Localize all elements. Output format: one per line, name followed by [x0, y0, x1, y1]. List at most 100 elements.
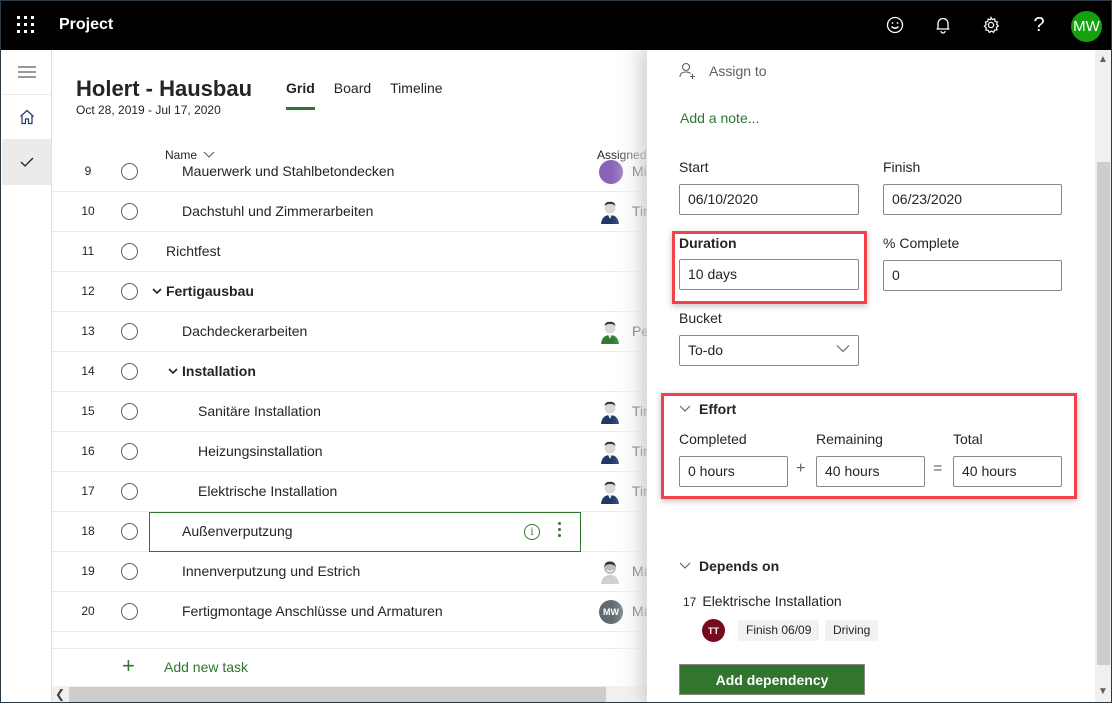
complete-task-checkbox[interactable]	[121, 603, 138, 620]
task-row[interactable]: 12 Fertigausbau	[52, 272, 652, 312]
effort-section-toggle[interactable]: Effort	[679, 401, 736, 417]
task-name[interactable]: Sanitäre Installation	[198, 403, 321, 419]
assign-to-label: Assign to	[709, 63, 767, 79]
remaining-effort-input[interactable]: 40 hours	[816, 456, 925, 487]
horizontal-scrollbar[interactable]: ❮	[52, 686, 652, 702]
waffle-icon[interactable]	[17, 16, 35, 34]
complete-task-checkbox[interactable]	[121, 563, 138, 580]
hamburger-icon[interactable]	[2, 50, 51, 95]
scroll-left-icon[interactable]: ❮	[55, 687, 65, 701]
task-name[interactable]: Heizungsinstallation	[198, 443, 323, 459]
duration-label: Duration	[679, 235, 737, 251]
complete-task-checkbox[interactable]	[121, 363, 138, 380]
horizontal-scroll-thumb[interactable]	[69, 687, 606, 702]
bell-icon[interactable]	[931, 13, 955, 37]
task-row[interactable]: 13 Dachdeckerarbeiten Pe	[52, 312, 652, 352]
assignee-name[interactable]: Tir	[632, 443, 648, 459]
completed-effort-input[interactable]: 0 hours	[679, 456, 788, 487]
complete-task-checkbox[interactable]	[121, 243, 138, 260]
complete-task-checkbox[interactable]	[121, 403, 138, 420]
vertical-scroll-thumb[interactable]	[1097, 162, 1110, 665]
depends-on-section-toggle[interactable]: Depends on	[679, 558, 779, 574]
scroll-up-icon[interactable]: ▲	[1098, 54, 1108, 65]
duration-input[interactable]: 10 days	[679, 259, 859, 290]
assignee-avatar	[599, 200, 621, 224]
complete-task-checkbox[interactable]	[121, 203, 138, 220]
task-name[interactable]: Mauerwerk und Stahlbetondecken	[182, 163, 394, 179]
home-icon[interactable]	[2, 95, 51, 140]
task-name[interactable]: Installation	[182, 363, 256, 379]
dependency-assignee-avatar: TT	[702, 619, 725, 642]
total-effort-input[interactable]: 40 hours	[953, 456, 1062, 487]
equals-sign: =	[933, 460, 943, 477]
app-window: Project ? MW Holert - Hausbau Oct 28, 20…	[0, 0, 1112, 703]
dependency-item[interactable]: 17 Elektrische Installation	[683, 593, 842, 609]
more-options-icon[interactable]	[558, 522, 562, 542]
tab-grid[interactable]: Grid	[286, 80, 315, 110]
plus-sign: +	[796, 460, 806, 477]
task-number: 20	[81, 604, 95, 618]
percent-complete-input[interactable]: 0	[883, 260, 1062, 291]
assignee-avatar	[599, 400, 621, 424]
assignee-avatar	[599, 560, 621, 584]
percent-complete-label: % Complete	[883, 235, 960, 251]
complete-task-checkbox[interactable]	[121, 283, 138, 300]
tab-timeline[interactable]: Timeline	[390, 80, 442, 106]
assignee-name[interactable]: Tir	[632, 203, 648, 219]
task-row[interactable]: 17 Elektrische Installation Tir	[52, 472, 652, 512]
task-name[interactable]: Fertigausbau	[166, 283, 254, 299]
complete-task-checkbox[interactable]	[121, 443, 138, 460]
task-name[interactable]: Dachdeckerarbeiten	[182, 323, 307, 339]
task-row[interactable]: 10 Dachstuhl und Zimmerarbeiten Tir	[52, 192, 652, 232]
assignee-name[interactable]: Tir	[632, 403, 648, 419]
task-row[interactable]: 15 Sanitäre Installation Tir	[52, 392, 652, 432]
collapse-chevron-icon[interactable]	[152, 288, 162, 295]
completed-effort-label: Completed	[679, 431, 747, 447]
assignee-name[interactable]: Tir	[632, 483, 648, 499]
add-person-icon	[679, 62, 695, 79]
effort-title: Effort	[699, 401, 737, 417]
start-date-input[interactable]: 06/10/2020	[679, 184, 859, 215]
task-name[interactable]: Richtfest	[166, 243, 220, 259]
user-avatar[interactable]: MW	[1071, 11, 1102, 42]
help-icon[interactable]: ?	[1027, 13, 1051, 37]
vertical-scrollbar[interactable]: ▲ ▼	[1095, 50, 1111, 702]
task-row[interactable]: 14 Installation	[52, 352, 652, 392]
left-rail	[2, 50, 52, 702]
task-row[interactable]: 11 Richtfest	[52, 232, 652, 272]
complete-task-checkbox[interactable]	[121, 163, 138, 180]
task-name[interactable]: Elektrische Installation	[198, 483, 337, 499]
task-row[interactable]: 20 Fertigmontage Anschlüsse und Armaturen…	[52, 592, 652, 632]
app-name[interactable]: Project	[59, 16, 113, 34]
task-row[interactable]: 16 Heizungsinstallation Tir	[52, 432, 652, 472]
finish-label: Finish	[883, 159, 921, 175]
checkmark-icon[interactable]	[2, 140, 51, 185]
task-name[interactable]: Außenverputzung	[182, 523, 293, 539]
assignee-name[interactable]: Mi	[632, 163, 647, 179]
task-name[interactable]: Fertigmontage Anschlüsse und Armaturen	[182, 603, 443, 619]
task-row[interactable]: 18 Außenverputzung i	[52, 512, 652, 552]
finish-date-input[interactable]: 06/23/2020	[883, 184, 1062, 215]
add-new-task-row[interactable]: + Add new task	[52, 648, 652, 686]
task-row[interactable]: 9 Mauerwerk und Stahlbetondecken Mi	[52, 152, 652, 192]
smiley-icon[interactable]	[883, 13, 907, 37]
scroll-down-icon[interactable]: ▼	[1098, 686, 1108, 697]
gear-icon[interactable]	[979, 13, 1003, 37]
complete-task-checkbox[interactable]	[121, 483, 138, 500]
tab-board[interactable]: Board	[334, 80, 371, 106]
add-dependency-button[interactable]: Add dependency	[679, 664, 865, 695]
add-note-link[interactable]: Add a note...	[680, 110, 759, 126]
complete-task-checkbox[interactable]	[121, 523, 138, 540]
collapse-chevron-icon[interactable]	[168, 368, 178, 375]
dependency-task-name: Elektrische Installation	[702, 593, 842, 609]
complete-task-checkbox[interactable]	[121, 323, 138, 340]
project-title: Holert - Hausbau	[76, 76, 253, 101]
bucket-dropdown[interactable]: To-do	[679, 335, 859, 366]
assign-to-button[interactable]: Assign to	[679, 62, 767, 80]
task-name[interactable]: Dachstuhl und Zimmerarbeiten	[182, 203, 373, 219]
task-row[interactable]: 19 Innenverputzung und Estrich Ma	[52, 552, 652, 592]
assignee-avatar	[599, 160, 623, 184]
start-label: Start	[679, 159, 709, 175]
task-name[interactable]: Innenverputzung und Estrich	[182, 563, 360, 579]
info-icon[interactable]: i	[524, 524, 540, 540]
